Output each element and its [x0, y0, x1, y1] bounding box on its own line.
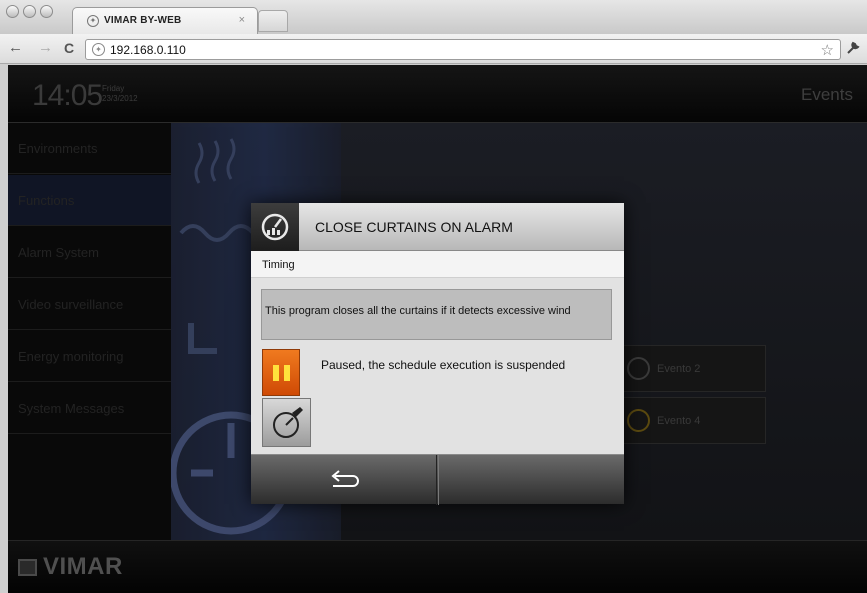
new-tab-button[interactable] [258, 10, 288, 32]
event-label: Evento 4 [657, 415, 701, 427]
event-tile[interactable]: Evento 4 [618, 397, 766, 444]
url-text: 192.168.0.110 [110, 43, 186, 57]
sidebar-item-alarm-system[interactable]: Alarm System [8, 227, 171, 278]
pause-button[interactable] [262, 349, 300, 396]
wrench-icon[interactable] [846, 41, 860, 58]
sidebar: Environments Functions Alarm System Vide… [8, 123, 171, 540]
program-description-box: This program closes all the curtains if … [261, 289, 612, 340]
sidebar-item-system-messages[interactable]: System Messages [8, 383, 171, 434]
app-footer: VIMAR [8, 540, 867, 593]
sidebar-item-energy-monitoring[interactable]: Energy monitoring [8, 331, 171, 382]
bookmark-star-icon[interactable]: ☆ [821, 41, 834, 59]
clock-time: 14:05 [32, 79, 103, 112]
dialog-subtitle: Timing [262, 259, 295, 271]
address-bar[interactable]: ✦ 192.168.0.110 ☆ [85, 39, 841, 60]
tab-title: VIMAR BY-WEB [104, 15, 182, 26]
pause-icon [273, 365, 279, 381]
dialog-subtitle-bar: Timing [251, 251, 624, 278]
dialog-body: This program closes all the curtains if … [251, 278, 624, 454]
window-zoom-button[interactable] [40, 5, 53, 18]
pause-icon [284, 365, 290, 381]
browser-tab-strip: ✦ VIMAR BY-WEB × [0, 0, 867, 34]
return-arrow-icon [331, 470, 359, 487]
clock-date: 23/3/2012 [102, 94, 138, 103]
gauge-icon [627, 357, 650, 380]
back-button[interactable] [251, 455, 437, 505]
sidebar-item-functions[interactable]: Functions [8, 175, 171, 226]
sidebar-item-video-surveillance[interactable]: Video surveillance [8, 279, 171, 330]
browser-toolbar: ← → C ✦ 192.168.0.110 ☆ [0, 34, 867, 64]
schedule-status-text: Paused, the schedule execution is suspen… [321, 358, 566, 372]
sidebar-item-environments[interactable]: Environments [8, 123, 171, 174]
browser-tab[interactable]: ✦ VIMAR BY-WEB × [72, 7, 258, 34]
globe-icon: ✦ [92, 43, 105, 56]
event-tile[interactable]: Evento 2 [618, 345, 766, 392]
gauge-icon [627, 409, 650, 432]
event-label: Evento 2 [657, 363, 701, 375]
page-title: Events [801, 85, 853, 104]
app-header: 14:05 Friday 23/3/2012 Events [8, 65, 867, 123]
reload-icon[interactable]: C [64, 40, 74, 56]
vimar-logo-icon [18, 559, 37, 576]
confirm-button[interactable] [438, 455, 624, 505]
globe-icon: ✦ [87, 15, 99, 27]
timer-edit-icon [273, 407, 303, 438]
back-arrow-icon[interactable]: ← [8, 40, 23, 56]
dialog-header: CLOSE CURTAINS ON ALARM [251, 203, 624, 251]
window-minimize-button[interactable] [23, 5, 36, 18]
clock-day: Friday [102, 84, 125, 93]
forward-arrow-icon[interactable]: → [38, 40, 53, 56]
dialog-title: CLOSE CURTAINS ON ALARM [315, 219, 513, 235]
window-close-button[interactable] [6, 5, 19, 18]
edit-timing-button[interactable] [262, 398, 311, 447]
timer-gauge-icon [251, 203, 299, 251]
tab-close-icon[interactable]: × [239, 14, 245, 26]
vimar-logo: VIMAR [43, 553, 123, 580]
program-dialog: CLOSE CURTAINS ON ALARM Timing This prog… [251, 203, 624, 505]
dialog-footer [251, 454, 624, 505]
program-description: This program closes all the curtains if … [265, 305, 571, 317]
